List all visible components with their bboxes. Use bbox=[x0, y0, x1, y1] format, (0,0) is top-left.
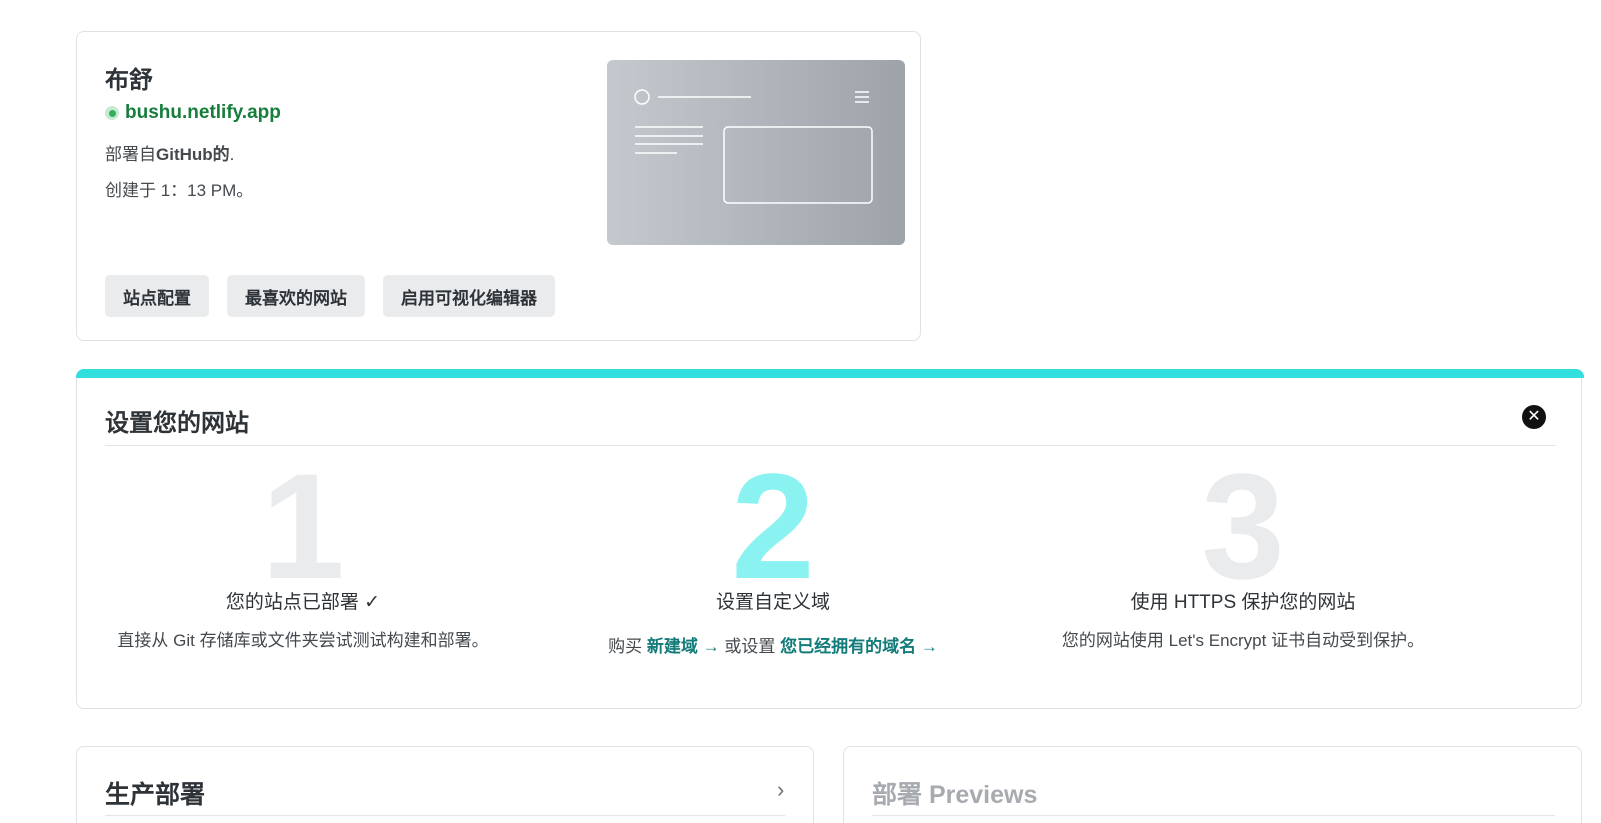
step-3-desc: 您的网站使用 Let's Encrypt 证书自动受到保护。 bbox=[1061, 631, 1425, 650]
step-2-number: 2 bbox=[731, 442, 815, 610]
step-3-title: 使用 HTTPS 保护您的网站 bbox=[1130, 592, 1356, 613]
status-dot-icon bbox=[105, 106, 119, 120]
site-overview-page: 布舒 bushu.netlify.app 部署自GitHub的. 创建于 1：1… bbox=[0, 0, 1601, 823]
site-name: 布舒 bbox=[105, 67, 153, 94]
chevron-right-icon[interactable]: › bbox=[777, 777, 784, 803]
enable-visual-editor-button[interactable]: 启用可视化编辑器 bbox=[383, 275, 555, 317]
site-url-row: bushu.netlify.app bbox=[105, 102, 281, 124]
previews-divider bbox=[872, 815, 1555, 816]
favorite-site-button[interactable]: 最喜欢的网站 bbox=[227, 275, 365, 317]
step-1-desc: 直接从 Git 存储库或文件夹尝试测试构建和部署。 bbox=[117, 631, 489, 650]
step-2-title: 设置自定义域 bbox=[715, 592, 830, 613]
step-1-title: 您的站点已部署 ✓ bbox=[225, 592, 381, 613]
site-url-link[interactable]: bushu.netlify.app bbox=[125, 102, 281, 124]
deployed-source: GitHub的 bbox=[156, 145, 230, 164]
close-icon[interactable]: ✕ bbox=[1522, 405, 1546, 429]
deployed-from: 部署自GitHub的. bbox=[105, 140, 234, 165]
step-2-desc-mid: 或设置 bbox=[719, 637, 781, 656]
deployed-prefix: 部署自 bbox=[105, 145, 156, 164]
production-divider bbox=[105, 815, 785, 816]
created-at: 创建于 1：13 PM。 bbox=[105, 181, 254, 200]
site-settings-button[interactable]: 站点配置 bbox=[105, 275, 209, 317]
production-deploys-title: 生产部署 bbox=[105, 781, 206, 809]
step-2-desc-prefix: 购买 bbox=[608, 637, 647, 656]
step-3: 3 使用 HTTPS 保护您的网站 您的网站使用 Let's Encrypt 证… bbox=[1008, 451, 1478, 651]
deploy-previews-panel[interactable]: 部署 Previews bbox=[843, 746, 1582, 823]
deployed-suffix: . bbox=[229, 145, 235, 164]
step-2-desc: 购买 新建域 → 或设置 您已经拥有的域名 → bbox=[538, 632, 1008, 657]
step-1: 1 您的站点已部署 ✓ 直接从 Git 存储库或文件夹尝试测试构建和部署。 bbox=[68, 451, 538, 651]
step-2: 2 设置自定义域 购买 新建域 → 或设置 您已经拥有的域名 → bbox=[538, 451, 1008, 657]
site-card-actions: 站点配置 最喜欢的网站 启用可视化编辑器 bbox=[105, 275, 555, 317]
step-3-number: 3 bbox=[1201, 442, 1285, 610]
buy-new-domain-link[interactable]: 新建域 → bbox=[647, 637, 720, 656]
production-deploys-panel[interactable]: 生产部署 › bbox=[76, 746, 814, 823]
site-preview-thumbnail[interactable] bbox=[607, 60, 905, 245]
site-card: 布舒 bushu.netlify.app 部署自GitHub的. 创建于 1：1… bbox=[76, 31, 921, 341]
step-1-number: 1 bbox=[261, 442, 345, 610]
site-preview-illustration bbox=[634, 89, 873, 204]
use-existing-domain-link[interactable]: 您已经拥有的域名 → bbox=[780, 637, 938, 656]
setup-title: 设置您的网站 bbox=[105, 410, 249, 437]
deploy-previews-title: 部署 Previews bbox=[872, 781, 1038, 809]
setup-site-panel: 设置您的网站 ✕ 1 您的站点已部署 ✓ 直接从 Git 存储库或文件夹尝试测试… bbox=[76, 369, 1584, 709]
setup-accent-bar bbox=[76, 369, 1584, 378]
